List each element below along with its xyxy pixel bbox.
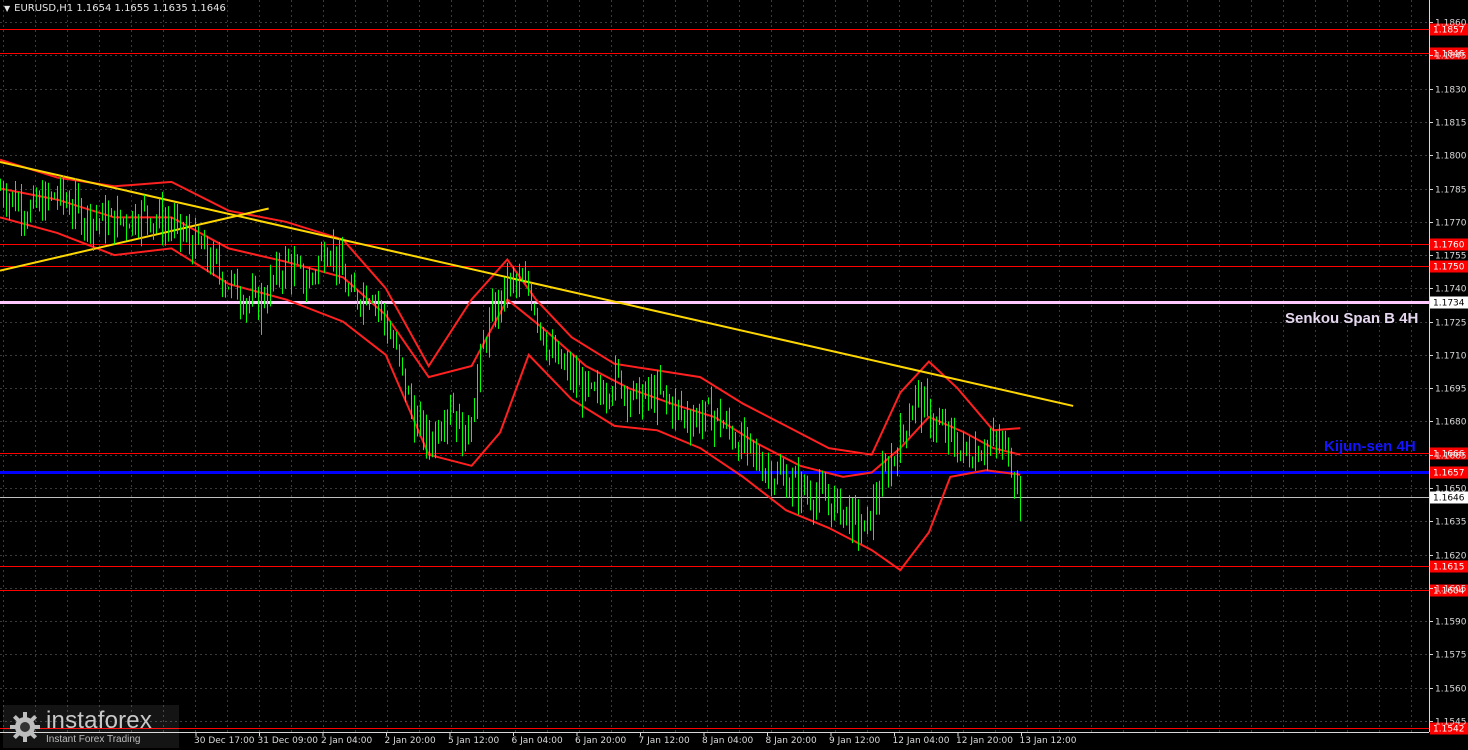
symbol-header: ▼ EURUSD,H1 1.1654 1.1655 1.1635 1.1646 (4, 3, 226, 14)
level-label: 1.1615 (1433, 563, 1465, 573)
kijun-sen-label: Kijun-sen 4H (1324, 438, 1416, 455)
x-tick-label: 8 Jan 04:00 (702, 736, 754, 746)
y-tick-label: 1.1650 (1435, 485, 1467, 495)
level-label: 1.1734 (1433, 299, 1465, 309)
ohlc-values: 1.1654 1.1655 1.1635 1.1646 (76, 3, 226, 14)
x-tick-label: 5 Jan 12:00 (448, 736, 500, 746)
x-tick-label: 9 Jan 12:00 (829, 736, 881, 746)
price-chart: 1.18571.18461.17601.17501.17341.16661.16… (0, 0, 1468, 750)
y-tick-label: 1.1680 (1435, 418, 1467, 428)
y-tick-label: 1.1830 (1435, 86, 1467, 96)
y-tick-label: 1.1770 (1435, 219, 1467, 229)
watermark-brand: instaforex (46, 706, 153, 734)
x-tick-label: 6 Jan 20:00 (575, 736, 627, 746)
level-label: 1.1657 (1433, 469, 1465, 479)
y-tick-label: 1.1710 (1435, 352, 1467, 362)
gear-logo-icon (10, 711, 40, 742)
y-tick-label: 1.1665 (1435, 452, 1467, 462)
level-label: 1.1646 (1433, 494, 1465, 504)
x-tick-label: 2 Jan 04:00 (321, 736, 373, 746)
y-tick-label: 1.1755 (1435, 252, 1467, 262)
watermark-tagline: Instant Forex Trading (46, 733, 141, 745)
y-tick-label: 1.1785 (1435, 186, 1467, 196)
instaforex-watermark: instaforex Instant Forex Trading (3, 705, 179, 748)
symbol-label: EURUSD,H1 (14, 3, 74, 14)
x-tick-label: 31 Dec 09:00 (258, 736, 319, 746)
x-tick-label: 2 Jan 20:00 (385, 736, 437, 746)
y-tick-label: 1.1560 (1435, 685, 1467, 695)
x-tick-label: 12 Jan 20:00 (956, 736, 1013, 746)
x-tick-label: 12 Jan 04:00 (893, 736, 950, 746)
y-tick-label: 1.1575 (1435, 651, 1467, 661)
y-tick-label: 1.1740 (1435, 285, 1467, 295)
x-tick-label: 6 Jan 04:00 (512, 736, 564, 746)
y-tick-label: 1.1845 (1435, 52, 1467, 62)
y-tick-label: 1.1725 (1435, 319, 1467, 329)
x-tick-label: 30 Dec 17:00 (194, 736, 255, 746)
x-tick-label: 13 Jan 12:00 (1020, 736, 1077, 746)
x-tick-label: 8 Jan 20:00 (766, 736, 818, 746)
x-tick-label: 7 Jan 12:00 (639, 736, 691, 746)
y-tick-label: 1.1635 (1435, 518, 1467, 528)
y-tick-label: 1.1590 (1435, 618, 1467, 628)
y-tick-label: 1.1695 (1435, 385, 1467, 395)
y-tick-label: 1.1800 (1435, 152, 1467, 162)
y-tick-label: 1.1815 (1435, 119, 1467, 129)
y-tick-label: 1.1620 (1435, 552, 1467, 562)
level-label: 1.1760 (1433, 241, 1465, 251)
level-label: 1.1750 (1433, 263, 1465, 273)
y-tick-label: 1.1605 (1435, 585, 1467, 595)
y-tick-label: 1.1545 (1435, 718, 1467, 728)
y-tick-label: 1.1860 (1435, 19, 1467, 29)
dropdown-triangle-icon[interactable]: ▼ (4, 4, 10, 13)
senkou-span-b-label: Senkou Span B 4H (1285, 310, 1419, 327)
